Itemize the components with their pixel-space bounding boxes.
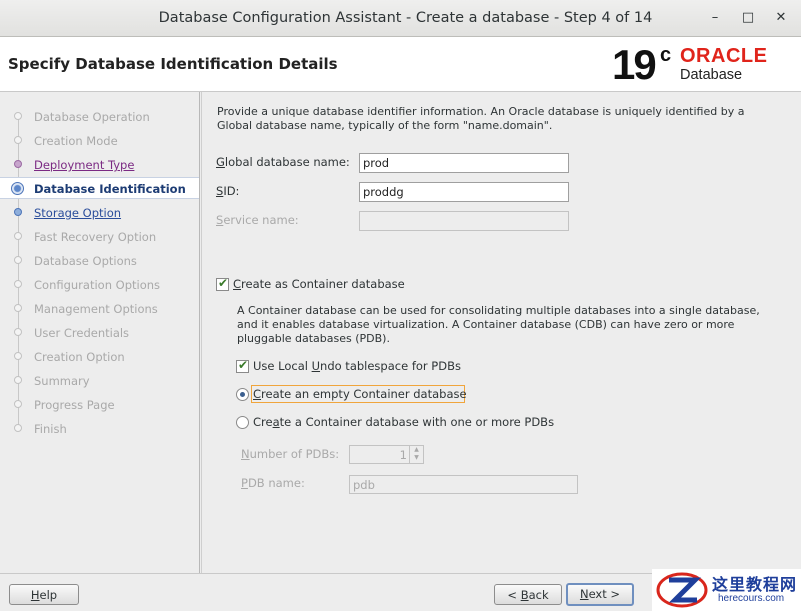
container-db-checkbox[interactable]: ✔ (216, 276, 229, 291)
step-marker-icon (14, 208, 22, 216)
global-db-name-label: Global database name: (216, 155, 350, 169)
sidebar-item-database-options: Database Options (0, 250, 199, 270)
container-desc-line3: pluggable databases (PDB). (237, 332, 390, 345)
container-desc-line2: and it enables database virtualization. … (237, 318, 735, 331)
sidebar-item-label: Database Operation (34, 110, 150, 124)
empty-container-label[interactable]: Create an empty Container database (253, 387, 467, 401)
checkmark-icon: ✔ (238, 358, 249, 372)
sidebar-item-database-identification[interactable]: Database Identification (0, 177, 199, 199)
main-content: Provide a unique database identifier inf… (201, 92, 801, 573)
sidebar-item-label: Creation Option (34, 350, 125, 364)
help-button[interactable]: Help (9, 584, 79, 605)
num-pdbs-value: 1 (399, 448, 407, 462)
sidebar-item-label: Configuration Options (34, 278, 161, 292)
sid-label: SID: (216, 184, 240, 198)
step-marker-icon (14, 400, 22, 408)
sidebar-item-label: Database Identification (34, 182, 186, 196)
sidebar-item-storage-option[interactable]: Storage Option (0, 202, 199, 222)
watermark-url-text: herecours.com (718, 593, 785, 604)
sidebar-item-label: Management Options (34, 302, 158, 316)
step-marker-icon (14, 232, 22, 240)
step-marker-icon (14, 136, 22, 144)
sidebar-item-user-credentials: User Credentials (0, 322, 199, 342)
sidebar-item-finish: Finish (0, 418, 199, 438)
close-icon[interactable]: ✕ (772, 9, 790, 27)
watermark: 这里教程网 herecours.com (652, 569, 801, 611)
sid-input[interactable] (359, 182, 569, 202)
spinner-arrows-icon[interactable]: ▲ ▼ (409, 446, 423, 463)
sidebar-item-label: Deployment Type (34, 158, 135, 172)
sidebar-item-deployment-type[interactable]: Deployment Type (0, 154, 199, 174)
checkmark-icon: ✔ (218, 276, 229, 290)
step-marker-icon (11, 182, 24, 195)
sidebar-item-creation-mode: Creation Mode (0, 130, 199, 150)
sidebar-item-fast-recovery-option: Fast Recovery Option (0, 226, 199, 246)
step-marker-icon (14, 304, 22, 312)
page-title: Specify Database Identification Details (8, 55, 338, 73)
sidebar-item-label: User Credentials (34, 326, 130, 340)
minimize-icon[interactable]: – (706, 9, 724, 27)
container-desc-line1: A Container database can be used for con… (237, 304, 760, 317)
local-undo-checkbox[interactable]: ✔ (236, 358, 249, 373)
global-db-name-input[interactable] (359, 153, 569, 173)
pdb-name-label: PDB name: (241, 476, 305, 490)
sidebar-item-creation-option: Creation Option (0, 346, 199, 366)
page-header: Specify Database Identification Details … (0, 37, 801, 92)
num-pdbs-spinner[interactable]: 1 ▲ ▼ (349, 445, 424, 464)
sidebar-item-label: Creation Mode (34, 134, 118, 148)
maximize-icon[interactable]: □ (739, 9, 757, 27)
sidebar-item-label: Finish (34, 422, 67, 436)
local-undo-label[interactable]: Use Local Undo tablespace for PDBs (253, 359, 461, 373)
sidebar-item-label: Progress Page (34, 398, 115, 412)
step-marker-icon (14, 424, 22, 432)
pdb-name-input[interactable] (349, 475, 578, 494)
sidebar-item-label: Database Options (34, 254, 137, 268)
logo-version: 19 (612, 41, 657, 88)
num-pdbs-label: Number of PDBs: (241, 447, 340, 461)
radio-selected-dot (240, 392, 245, 397)
step-marker-icon (14, 376, 22, 384)
step-marker-icon (14, 328, 22, 336)
step-marker-icon (14, 280, 22, 288)
window-titlebar[interactable]: Database Configuration Assistant - Creat… (0, 0, 801, 37)
steps-sidebar: Database Operation Creation Mode Deploymen… (0, 92, 200, 573)
logo-brand: ORACLE (680, 45, 768, 67)
sidebar-item-database-operation: Database Operation (0, 106, 199, 126)
step-marker-icon (14, 256, 22, 264)
watermark-chinese-text: 这里教程网 (712, 575, 798, 594)
service-name-label: Service name: (216, 213, 299, 227)
sidebar-item-progress-page: Progress Page (0, 394, 199, 414)
z-logo-icon (656, 572, 708, 608)
container-with-pdbs-radio[interactable] (236, 416, 249, 429)
step-marker-icon (14, 160, 22, 168)
logo-product: Database (680, 67, 743, 83)
sidebar-item-label: Storage Option (34, 206, 122, 220)
step-marker-icon (14, 352, 22, 360)
sidebar-item-label: Fast Recovery Option (34, 230, 157, 244)
container-db-label[interactable]: Create as Container database (233, 277, 405, 291)
step-marker-icon (14, 112, 22, 120)
container-with-pdbs-label[interactable]: Create a Container database with one or … (253, 415, 554, 429)
intro-text-line2: Global database name, typically of the f… (217, 119, 553, 132)
next-button[interactable]: Next > (566, 583, 634, 606)
window-title: Database Configuration Assistant - Creat… (158, 10, 653, 26)
intro-text-line1: Provide a unique database identifier inf… (217, 105, 745, 118)
sidebar-item-management-options: Management Options (0, 298, 199, 318)
sidebar-item-label: Summary (34, 374, 90, 388)
empty-container-radio[interactable] (236, 388, 249, 401)
sidebar-item-summary: Summary (0, 370, 199, 390)
sidebar-item-configuration-options: Configuration Options (0, 274, 199, 294)
logo-version-suffix: c (660, 44, 672, 66)
back-button[interactable]: < Back (494, 584, 562, 605)
service-name-input[interactable] (359, 211, 569, 231)
